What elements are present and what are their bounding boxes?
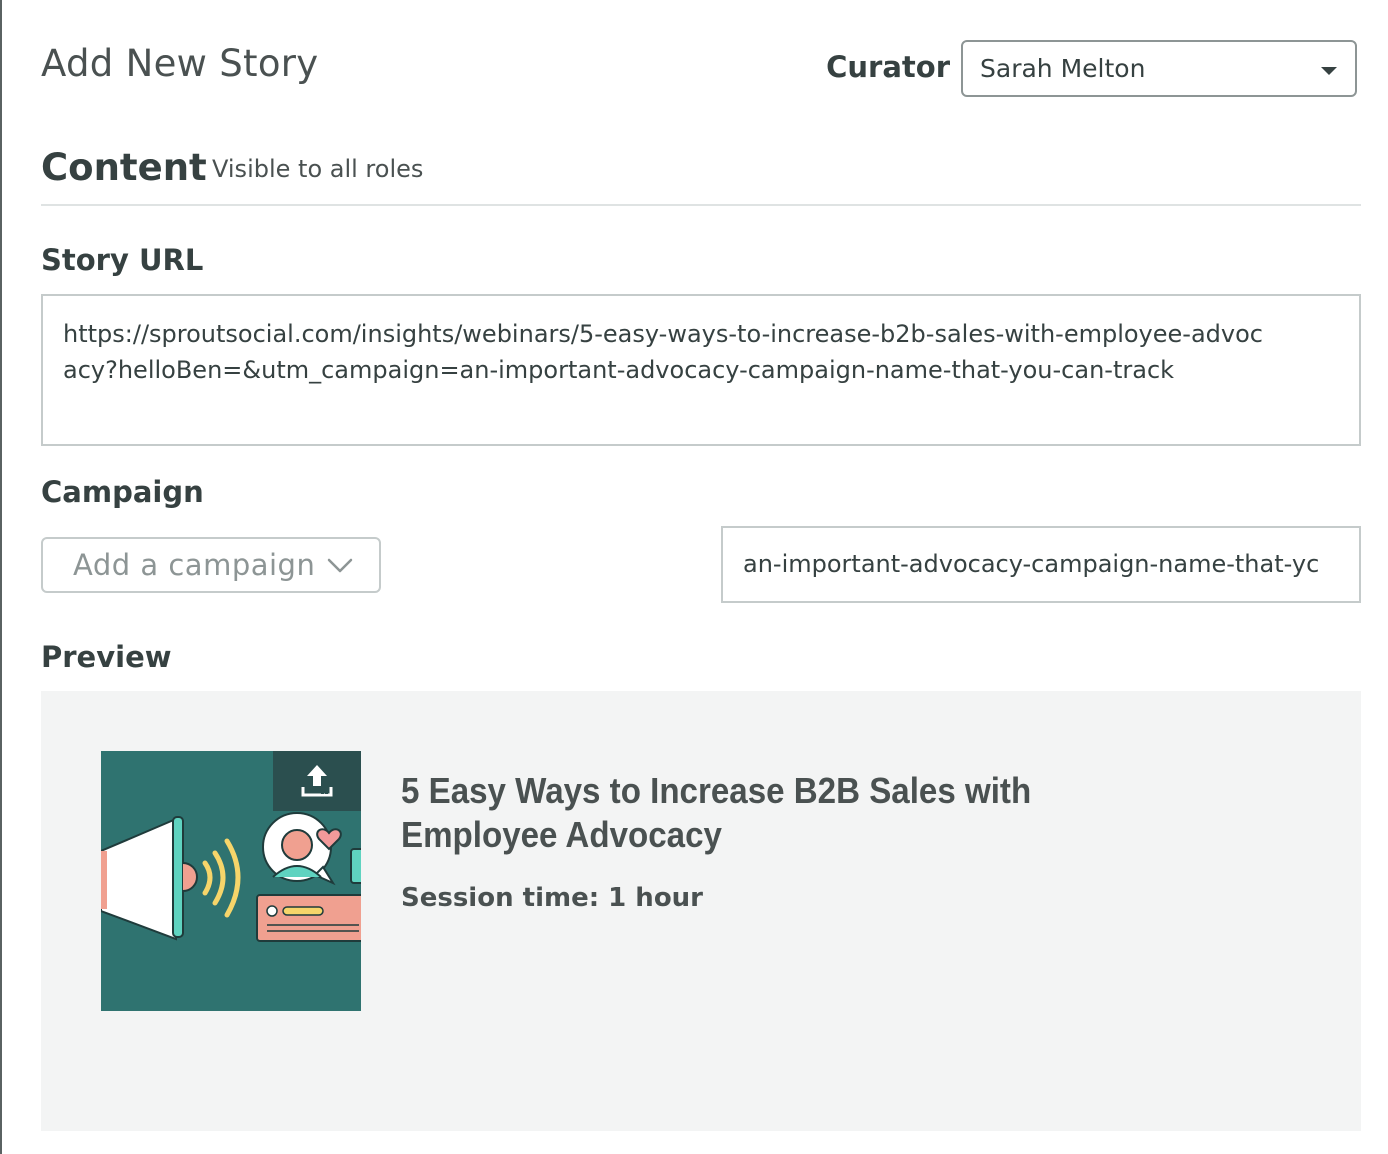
curator-label: Curator xyxy=(826,50,950,84)
window-edge xyxy=(0,0,2,1154)
curator-value: Sarah Melton xyxy=(980,54,1146,83)
upload-image-button[interactable] xyxy=(273,751,361,811)
campaign-label: Campaign xyxy=(41,475,204,509)
story-url-label: Story URL xyxy=(41,243,204,277)
campaign-placeholder: Add a campaign xyxy=(73,548,316,582)
story-url-input[interactable]: https://sproutsocial.com/insights/webina… xyxy=(41,294,1361,446)
preview-title: 5 Easy Ways to Increase B2B Sales with E… xyxy=(401,770,1032,855)
utm-campaign-input[interactable]: an-important-advocacy-campaign-name-that… xyxy=(721,526,1361,603)
section-divider xyxy=(41,204,1361,206)
preview-session-time: Session time: 1 hour xyxy=(401,883,704,913)
preview-label: Preview xyxy=(41,640,172,674)
chevron-down-icon xyxy=(327,558,353,573)
campaign-select[interactable]: Add a campaign xyxy=(41,537,381,593)
page-title: Add New Story xyxy=(41,42,319,85)
section-heading: Content xyxy=(41,146,207,189)
curator-select[interactable]: Sarah Melton xyxy=(961,40,1357,97)
preview-panel: 5 Easy Ways to Increase B2B Sales with E… xyxy=(41,691,1361,1131)
preview-thumbnail xyxy=(101,751,361,1011)
caret-down-icon xyxy=(1321,67,1337,75)
section-subheading: Visible to all roles xyxy=(212,155,424,183)
upload-icon xyxy=(301,765,333,797)
